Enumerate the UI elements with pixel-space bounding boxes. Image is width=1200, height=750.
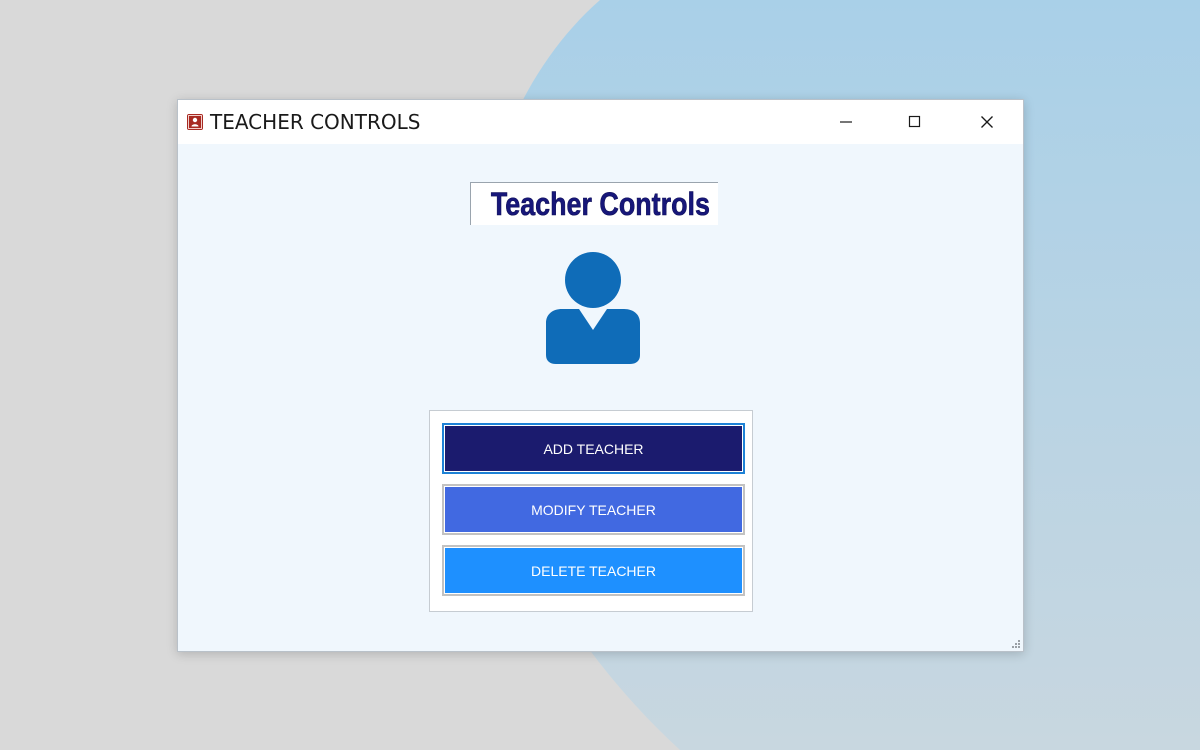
minimize-icon xyxy=(840,121,852,123)
window-title: TEACHER CONTROLS xyxy=(210,110,421,134)
teacher-controls-window: TEACHER CONTROLS Teacher Controls ADD TE… xyxy=(177,99,1024,652)
add-teacher-button[interactable]: ADD TEACHER xyxy=(442,423,745,474)
close-button[interactable] xyxy=(951,100,1023,144)
logo-text: Teacher Controls xyxy=(490,186,711,223)
maximize-icon xyxy=(908,115,921,128)
close-icon xyxy=(981,116,993,128)
resize-grip-icon[interactable] xyxy=(1011,639,1021,649)
delete-teacher-button[interactable]: DELETE TEACHER xyxy=(442,545,745,596)
minimize-button[interactable] xyxy=(810,100,882,144)
maximize-button[interactable] xyxy=(879,100,951,144)
title-bar[interactable]: TEACHER CONTROLS xyxy=(178,100,1023,144)
button-panel: ADD TEACHER MODIFY TEACHER DELETE TEACHE… xyxy=(429,410,753,612)
user-icon xyxy=(546,252,640,364)
logo-banner: Teacher Controls xyxy=(470,182,718,225)
modify-teacher-button[interactable]: MODIFY TEACHER xyxy=(442,484,745,535)
teacher-app-icon xyxy=(187,114,203,130)
